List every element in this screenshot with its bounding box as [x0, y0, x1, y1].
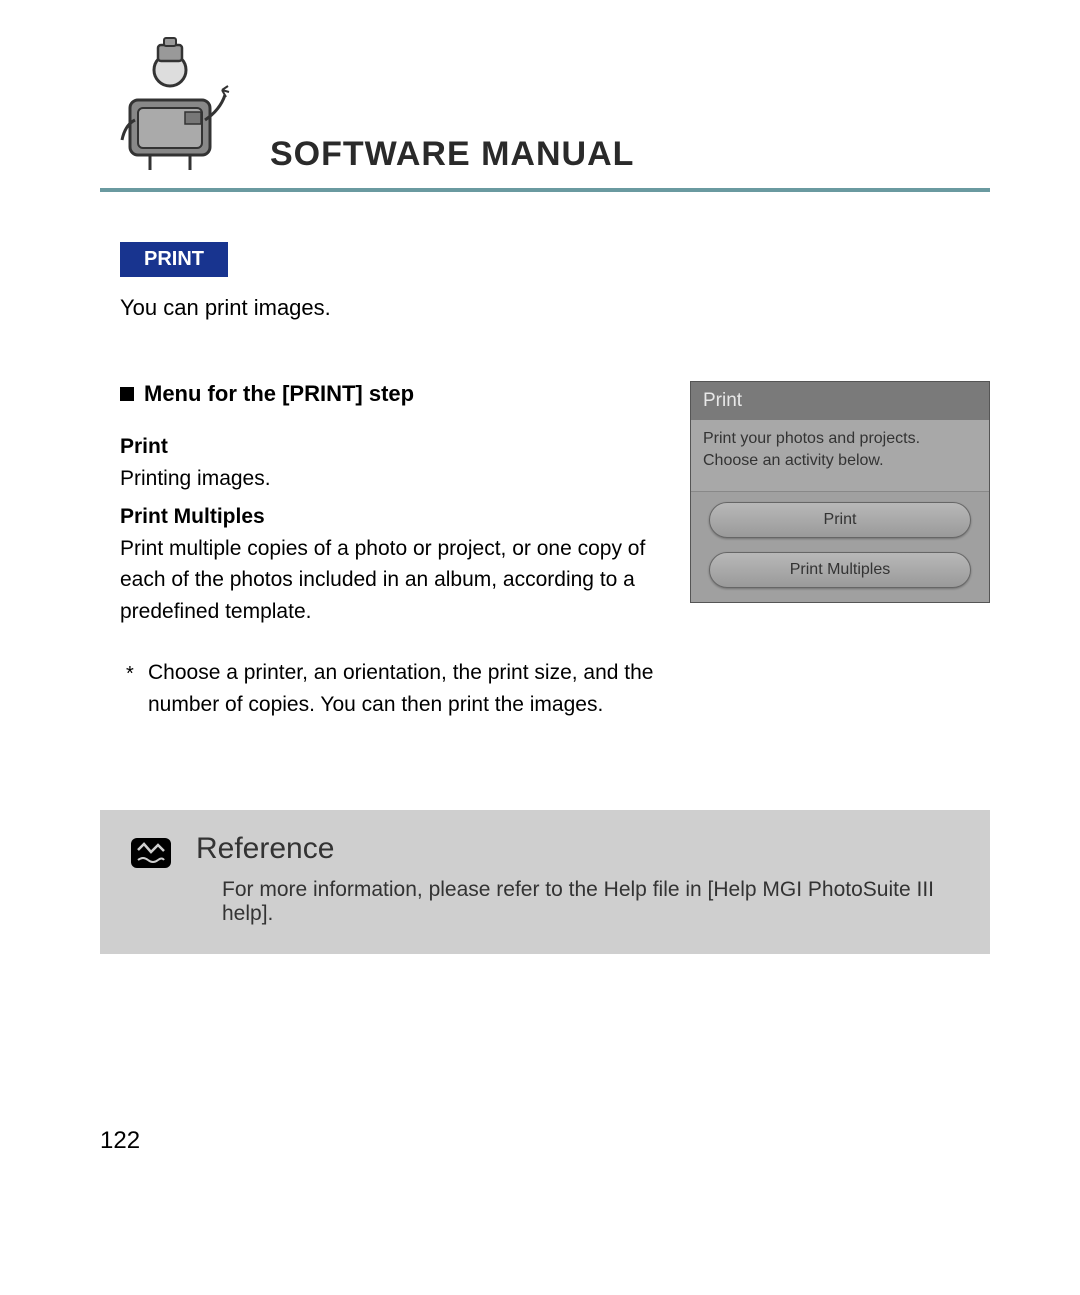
menu-item-desc: Printing images. — [120, 463, 660, 495]
mascot-icon — [100, 30, 250, 180]
content-row: Menu for the [PRINT] step Print Printing… — [100, 381, 990, 720]
menu-item-title: Print — [120, 435, 660, 459]
section-tag: PRINT — [120, 242, 228, 277]
menu-heading-text: Menu for the [PRINT] step — [144, 381, 414, 407]
reference-box: Reference For more information, please r… — [100, 810, 990, 954]
section-intro: You can print images. — [120, 295, 990, 321]
reference-content: Reference For more information, please r… — [196, 832, 962, 926]
reference-text: For more information, please refer to th… — [196, 878, 962, 926]
screenshot-subtitle: Print your photos and projects. Choose a… — [691, 420, 989, 491]
page-header: SOFTWARE MANUAL — [100, 30, 990, 192]
print-panel-screenshot: Print Print your photos and projects. Ch… — [690, 381, 990, 603]
logo-illustration — [100, 30, 250, 180]
manual-page: SOFTWARE MANUAL PRINT You can print imag… — [0, 0, 1080, 954]
square-bullet-icon — [120, 387, 134, 401]
note-item: Choose a printer, an orientation, the pr… — [120, 657, 660, 720]
print-multiples-button[interactable]: Print Multiples — [709, 552, 971, 588]
reference-icon — [128, 832, 174, 874]
menu-item-title: Print Multiples — [120, 505, 660, 529]
print-button[interactable]: Print — [709, 502, 971, 538]
menu-item-desc: Print multiple copies of a photo or proj… — [120, 533, 660, 628]
screenshot-title: Print — [691, 382, 989, 420]
page-title: SOFTWARE MANUAL — [270, 135, 634, 180]
page-number: 122 — [100, 1127, 140, 1155]
menu-heading: Menu for the [PRINT] step — [120, 381, 660, 407]
reference-title: Reference — [196, 832, 962, 866]
text-column: Menu for the [PRINT] step Print Printing… — [120, 381, 660, 720]
screenshot-button-area: Print Print Multiples — [691, 491, 989, 602]
